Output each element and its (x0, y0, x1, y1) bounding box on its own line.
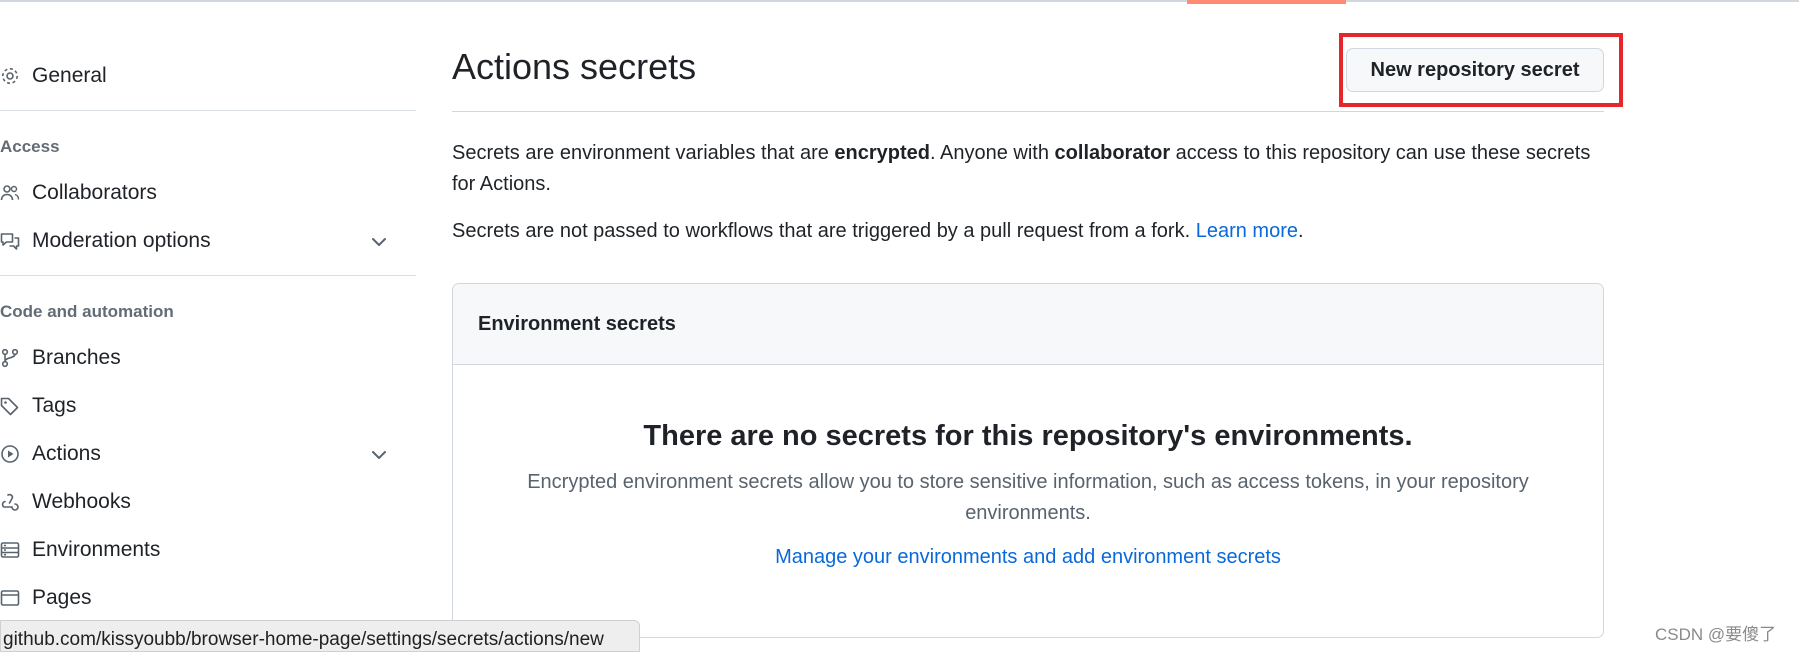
sidebar-item-label: Collaborators (32, 181, 157, 204)
section-title-code-automation: Code and automation (0, 302, 174, 321)
manage-environments-link[interactable]: Manage your environments and add environ… (775, 546, 1281, 568)
browser-icon (0, 588, 20, 608)
sidebar-item-environments[interactable]: Environments (0, 530, 410, 570)
people-icon (0, 183, 20, 203)
chevron-down-icon[interactable] (370, 446, 388, 464)
sidebar-item-actions[interactable]: Actions (0, 434, 410, 474)
webhook-icon (0, 492, 20, 512)
settings-sidebar: General Access Collaborators Moderation … (0, 0, 420, 649)
sidebar-item-moderation-options[interactable]: Moderation options (0, 221, 410, 261)
blank-state-link-wrapper: Manage your environments and add environ… (453, 546, 1603, 569)
sidebar-item-tags[interactable]: Tags (0, 386, 410, 426)
sidebar-divider (0, 110, 416, 111)
environment-secrets-header: Environment secrets (453, 284, 1603, 365)
secrets-description: Secrets are environment variables that a… (452, 142, 1591, 195)
header-divider (452, 111, 1604, 112)
sidebar-divider (0, 275, 416, 276)
sidebar-item-label: Pages (32, 586, 92, 609)
annotation-highlight-box (1339, 33, 1623, 107)
chevron-down-icon[interactable] (370, 233, 388, 251)
page-title: Actions secrets (452, 46, 697, 87)
sidebar-item-label: Actions (32, 442, 101, 465)
section-title-access: Access (0, 137, 60, 156)
sidebar-item-collaborators[interactable]: Collaborators (0, 173, 410, 213)
gear-icon (0, 66, 20, 86)
sidebar-item-label: Webhooks (32, 490, 131, 513)
sidebar-item-label: Branches (32, 346, 121, 369)
watermark: CSDN @要傻了 (1655, 625, 1777, 644)
sidebar-item-label: Moderation options (32, 229, 211, 252)
git-branch-icon (0, 348, 20, 368)
blank-state-description: Encrypted environment secrets allow you … (527, 471, 1529, 524)
fork-note: Secrets are not passed to workflows that… (452, 220, 1304, 242)
sidebar-item-pages[interactable]: Pages (0, 578, 410, 618)
sidebar-item-branches[interactable]: Branches (0, 338, 410, 378)
blank-state-title: There are no secrets for this repository… (643, 420, 1413, 452)
selected-tab-underline (1187, 0, 1346, 4)
play-icon (0, 444, 20, 464)
sidebar-item-webhooks[interactable]: Webhooks (0, 482, 410, 522)
browser-status-bar-url: github.com/kissyoubb/browser-home-page/s… (0, 620, 640, 652)
tag-icon (0, 396, 20, 416)
environment-secrets-panel: Environment secrets There are no secrets… (452, 283, 1604, 638)
sidebar-item-label: General (32, 64, 107, 87)
environment-secrets-title: Environment secrets (478, 313, 676, 335)
comment-discussion-icon (0, 231, 20, 251)
server-icon (0, 540, 20, 560)
emphasis-collaborator: collaborator (1054, 142, 1171, 164)
emphasis-encrypted: encrypted (834, 142, 931, 164)
learn-more-link[interactable]: Learn more (1196, 220, 1298, 242)
sidebar-item-label: Tags (32, 394, 77, 417)
sidebar-item-general[interactable]: General (0, 56, 410, 96)
sidebar-item-label: Environments (32, 538, 161, 561)
